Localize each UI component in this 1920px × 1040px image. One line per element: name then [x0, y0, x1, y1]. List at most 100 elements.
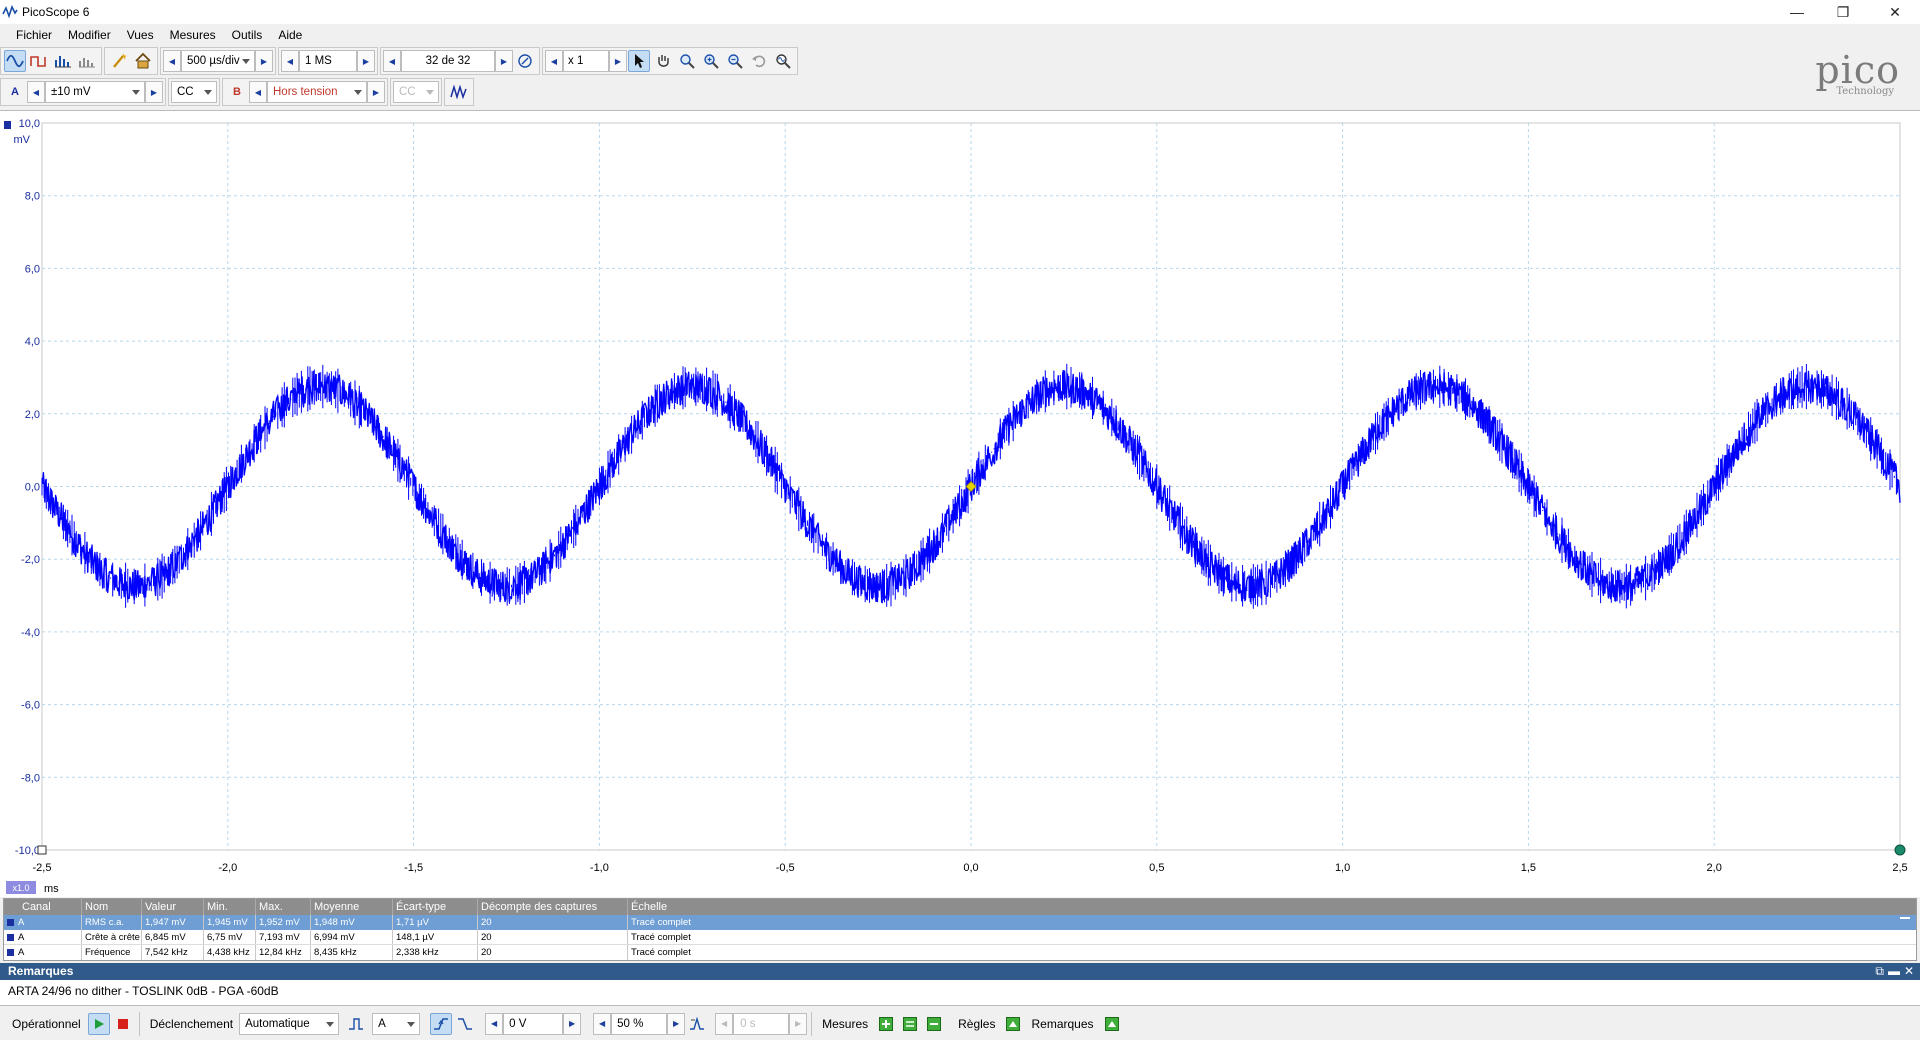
channel-a-coupling-select[interactable]: CC [171, 81, 217, 103]
undo-zoom-icon[interactable] [748, 50, 770, 72]
trigger-mode-select[interactable]: Automatique [239, 1012, 340, 1035]
trigger-type-icon[interactable] [345, 1013, 367, 1035]
delay-field[interactable]: 0 s [733, 1012, 790, 1035]
menu-fichier[interactable]: Fichier [8, 24, 60, 46]
col-echelle[interactable]: Échelle [628, 899, 1878, 915]
trigger-level-prev-button[interactable]: ◀ [485, 1012, 504, 1035]
ruler-handle-right[interactable] [1894, 844, 1906, 856]
scope-view[interactable]: 10,0 8,0 6,0 4,0 2,0 0,0 -2,0 -4,0 -6,0 -8,0 -10,0… [0, 110, 1920, 897]
zoom-out-icon[interactable] [724, 50, 746, 72]
window-title: PicoScope 6 [22, 5, 90, 19]
cell-max: 7,193 mV [256, 930, 311, 944]
zoom-icon[interactable] [676, 50, 698, 72]
remarks-minimize-icon[interactable]: ▬ [1888, 963, 1900, 980]
col-valeur[interactable]: Valeur [142, 899, 204, 915]
menu-outils[interactable]: Outils [224, 24, 271, 46]
pretrigger-prev-button[interactable]: ◀ [593, 1012, 612, 1035]
delay-next-button[interactable]: ▶ [789, 1012, 808, 1035]
add-measurement-icon[interactable] [875, 1013, 897, 1035]
trigger-channel-value: A [378, 1017, 386, 1030]
menu-aide[interactable]: Aide [270, 24, 310, 46]
run-icon[interactable] [87, 1012, 110, 1035]
scope-mode-icon[interactable] [4, 50, 26, 72]
menu-modifier[interactable]: Modifier [60, 24, 119, 46]
buffer-navigator-icon[interactable] [514, 50, 536, 72]
remarks-toggle-icon[interactable] [1101, 1013, 1123, 1035]
scope-plot[interactable]: 10,0 8,0 6,0 4,0 2,0 0,0 -2,0 -4,0 -6,0 -8,0 -10,0… [0, 111, 1920, 898]
channel-a-range-next-button[interactable]: ▶ [145, 81, 163, 103]
channel-a-button[interactable]: A [4, 81, 26, 103]
spectrum-mode-icon[interactable] [52, 50, 74, 72]
zoom-overview-icon[interactable] [772, 50, 794, 72]
pointer-icon[interactable] [628, 50, 650, 72]
col-moyenne[interactable]: Moyenne [311, 899, 393, 915]
home-icon[interactable] [132, 50, 154, 72]
menu-vues[interactable]: Vues [119, 24, 162, 46]
col-min[interactable]: Min. [204, 899, 256, 915]
wand-icon[interactable] [108, 50, 130, 72]
channel-b-button[interactable]: B [226, 81, 248, 103]
trigger-level-next-button[interactable]: ▶ [563, 1012, 582, 1035]
channel-b-range-select[interactable]: Hors tension [267, 81, 367, 103]
minimize-icon[interactable]: — [1774, 0, 1820, 24]
samples-field[interactable]: 1 MS [299, 50, 357, 72]
x-zoom-badge[interactable]: x1.0 [12, 883, 29, 893]
zoom-next-button[interactable]: ▶ [609, 50, 627, 72]
samples-next-button[interactable]: ▶ [357, 50, 375, 72]
channel-a-range-select[interactable]: ±10 mV [45, 81, 145, 103]
col-nom[interactable]: Nom [82, 899, 142, 915]
samples-prev-button[interactable]: ◀ [281, 50, 299, 72]
rising-edge-icon[interactable] [430, 1012, 453, 1035]
remarks-textarea[interactable]: ARTA 24/96 no dither - TOSLINK 0dB - PGA… [0, 980, 1920, 1006]
serial-mode-icon[interactable] [76, 50, 98, 72]
timebase-select[interactable]: 500 µs/div [181, 50, 255, 72]
trigger-level-field[interactable]: 0 V [503, 1012, 564, 1035]
collapse-icon[interactable] [1900, 917, 1910, 919]
menu-mesures[interactable]: Mesures [162, 24, 224, 46]
delay-prev-button[interactable]: ◀ [715, 1012, 734, 1035]
edit-measurement-icon[interactable] [899, 1013, 921, 1035]
buffer-field[interactable]: 32 de 32 [401, 50, 495, 72]
remarks-close-icon[interactable]: ✕ [1904, 963, 1914, 980]
timebase-prev-button[interactable]: ◀ [163, 50, 181, 72]
pin-icon[interactable]: ⧉ [1875, 963, 1884, 980]
cell-min: 6,75 mV [204, 930, 256, 944]
buffer-next-button[interactable]: ▶ [495, 50, 513, 72]
close-icon[interactable]: ✕ [1872, 0, 1918, 24]
zoom-field[interactable]: x 1 [563, 50, 609, 72]
ruler-handle-left[interactable] [37, 845, 47, 855]
falling-edge-icon[interactable] [454, 1013, 476, 1035]
channel-a-axis-marker[interactable] [4, 121, 11, 129]
y-tick-label: -2,0 [21, 554, 40, 566]
hand-icon[interactable] [652, 50, 674, 72]
zoom-in-icon[interactable] [700, 50, 722, 72]
persistence-mode-icon[interactable] [28, 50, 50, 72]
channel-a-range-value: ±10 mV [51, 86, 91, 98]
table-row[interactable]: A Crête à crête 6,845 mV 6,75 mV 7,193 m… [4, 930, 1916, 945]
col-canal[interactable]: Canal [4, 899, 82, 915]
buffer-prev-button[interactable]: ◀ [383, 50, 401, 72]
col-ecart-type[interactable]: Écart-type [393, 899, 478, 915]
channel-a-range-prev-button[interactable]: ◀ [27, 81, 45, 103]
channel-b-range-prev-button[interactable]: ◀ [249, 81, 267, 103]
stop-icon[interactable] [112, 1013, 134, 1035]
channel-b-coupling-select[interactable]: CC [393, 81, 439, 103]
pretrigger-next-button[interactable]: ▶ [667, 1012, 686, 1035]
table-row[interactable]: A RMS c.a. 1,947 mV 1,945 mV 1,952 mV 1,… [4, 915, 1916, 930]
y-tick-label: -8,0 [21, 772, 40, 784]
table-row[interactable]: A Fréquence 7,542 kHz 4,438 kHz 12,84 kH… [4, 945, 1916, 960]
delete-measurement-icon[interactable] [923, 1013, 945, 1035]
col-decompte[interactable]: Décompte des captures [478, 899, 628, 915]
zoom-prev-button[interactable]: ◀ [545, 50, 563, 72]
y-tick-label: 10,0 [19, 118, 40, 130]
pretrigger-field[interactable]: 50 % [611, 1012, 668, 1035]
timebase-next-button[interactable]: ▶ [255, 50, 273, 72]
col-max[interactable]: Max. [256, 899, 311, 915]
channel-b-range-next-button[interactable]: ▶ [367, 81, 385, 103]
trigger-channel-select[interactable]: A [372, 1012, 421, 1035]
rulers-icon[interactable] [1002, 1013, 1024, 1035]
post-trigger-icon[interactable] [686, 1013, 708, 1035]
channel-a-group: A ◀ ±10 mV ▶ [0, 78, 166, 106]
math-channel-icon[interactable] [448, 81, 470, 103]
restore-icon[interactable]: ❐ [1820, 0, 1866, 24]
